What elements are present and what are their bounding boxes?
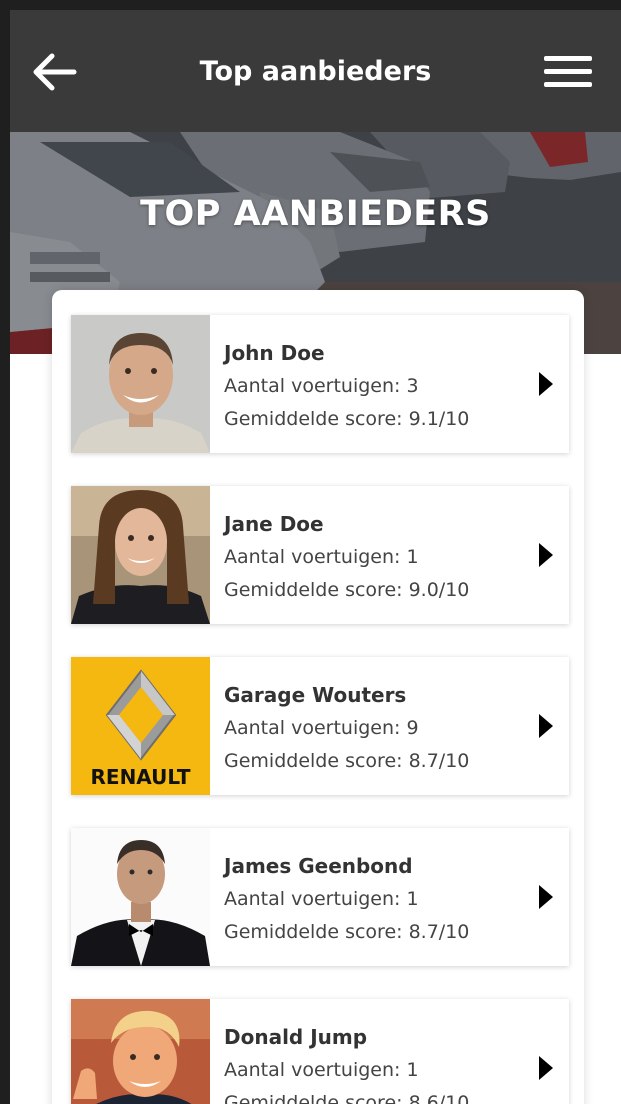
provider-vehicle-count: Aantal voertuigen: 3 <box>224 375 419 397</box>
back-button[interactable] <box>30 50 80 94</box>
provider-vehicle-count: Aantal voertuigen: 9 <box>224 717 419 739</box>
chevron-right-icon <box>539 1056 553 1080</box>
page-title: Top aanbieders <box>199 55 432 87</box>
hamburger-menu-icon <box>544 56 592 87</box>
provider-info: James Geenbond Aantal voertuigen: 1 Gemi… <box>224 850 534 949</box>
man-tuxedo-portrait <box>71 828 210 966</box>
man-thumbs-up-portrait <box>71 999 210 1104</box>
provider-info: Donald Jump Aantal voertuigen: 1 Gemidde… <box>224 1021 534 1104</box>
provider-avatar: RENAULT <box>71 657 210 795</box>
provider-average-score: Gemiddelde score: 9.0/10 <box>224 579 470 601</box>
provider-card-garage-wouters[interactable]: RENAULT Garage Wouters Aantal voertuigen… <box>71 657 569 795</box>
provider-card-donald-jump[interactable]: Donald Jump Aantal voertuigen: 1 Gemidde… <box>71 999 569 1104</box>
provider-name: John Doe <box>224 341 325 365</box>
provider-info: John Doe Aantal voertuigen: 3 Gemiddelde… <box>224 337 534 436</box>
provider-name: Garage Wouters <box>224 683 407 707</box>
chevron-right-icon <box>539 714 553 738</box>
app-screen: Top aanbieders TOP AANBIEDERS John Doe A… <box>0 0 621 1104</box>
provider-avatar <box>71 486 210 624</box>
provider-card-jane-doe[interactable]: Jane Doe Aantal voertuigen: 1 Gemiddelde… <box>71 486 569 624</box>
frame-border <box>0 0 621 10</box>
chevron-right-icon <box>539 372 553 396</box>
provider-avatar <box>71 828 210 966</box>
provider-average-score: Gemiddelde score: 8.6/10 <box>224 1092 470 1104</box>
provider-card-john-doe[interactable]: John Doe Aantal voertuigen: 3 Gemiddelde… <box>71 315 569 453</box>
renault-logo-text: RENAULT <box>90 765 191 789</box>
provider-average-score: Gemiddelde score: 9.1/10 <box>224 408 470 430</box>
provider-vehicle-count: Aantal voertuigen: 1 <box>224 546 419 568</box>
provider-vehicle-count: Aantal voertuigen: 1 <box>224 1059 419 1081</box>
provider-average-score: Gemiddelde score: 8.7/10 <box>224 750 470 772</box>
provider-vehicle-count: Aantal voertuigen: 1 <box>224 888 419 910</box>
man-portrait <box>71 315 210 453</box>
provider-name: Donald Jump <box>224 1025 368 1049</box>
chevron-right-icon <box>539 543 553 567</box>
provider-avatar <box>71 315 210 453</box>
provider-name: Jane Doe <box>224 512 324 536</box>
provider-average-score: Gemiddelde score: 8.7/10 <box>224 921 470 943</box>
provider-name: James Geenbond <box>224 854 413 878</box>
app-header: Top aanbieders <box>10 10 621 132</box>
provider-info: Jane Doe Aantal voertuigen: 1 Gemiddelde… <box>224 508 534 607</box>
chevron-right-icon <box>539 885 553 909</box>
provider-card-james-geenbond[interactable]: James Geenbond Aantal voertuigen: 1 Gemi… <box>71 828 569 966</box>
provider-avatar <box>71 999 210 1104</box>
arrow-left-icon <box>33 53 77 91</box>
woman-portrait <box>71 486 210 624</box>
menu-button[interactable] <box>540 50 596 94</box>
hero-title: TOP AANBIEDERS <box>140 194 491 234</box>
frame-border <box>0 0 10 1104</box>
provider-info: Garage Wouters Aantal voertuigen: 9 Gemi… <box>224 679 534 778</box>
